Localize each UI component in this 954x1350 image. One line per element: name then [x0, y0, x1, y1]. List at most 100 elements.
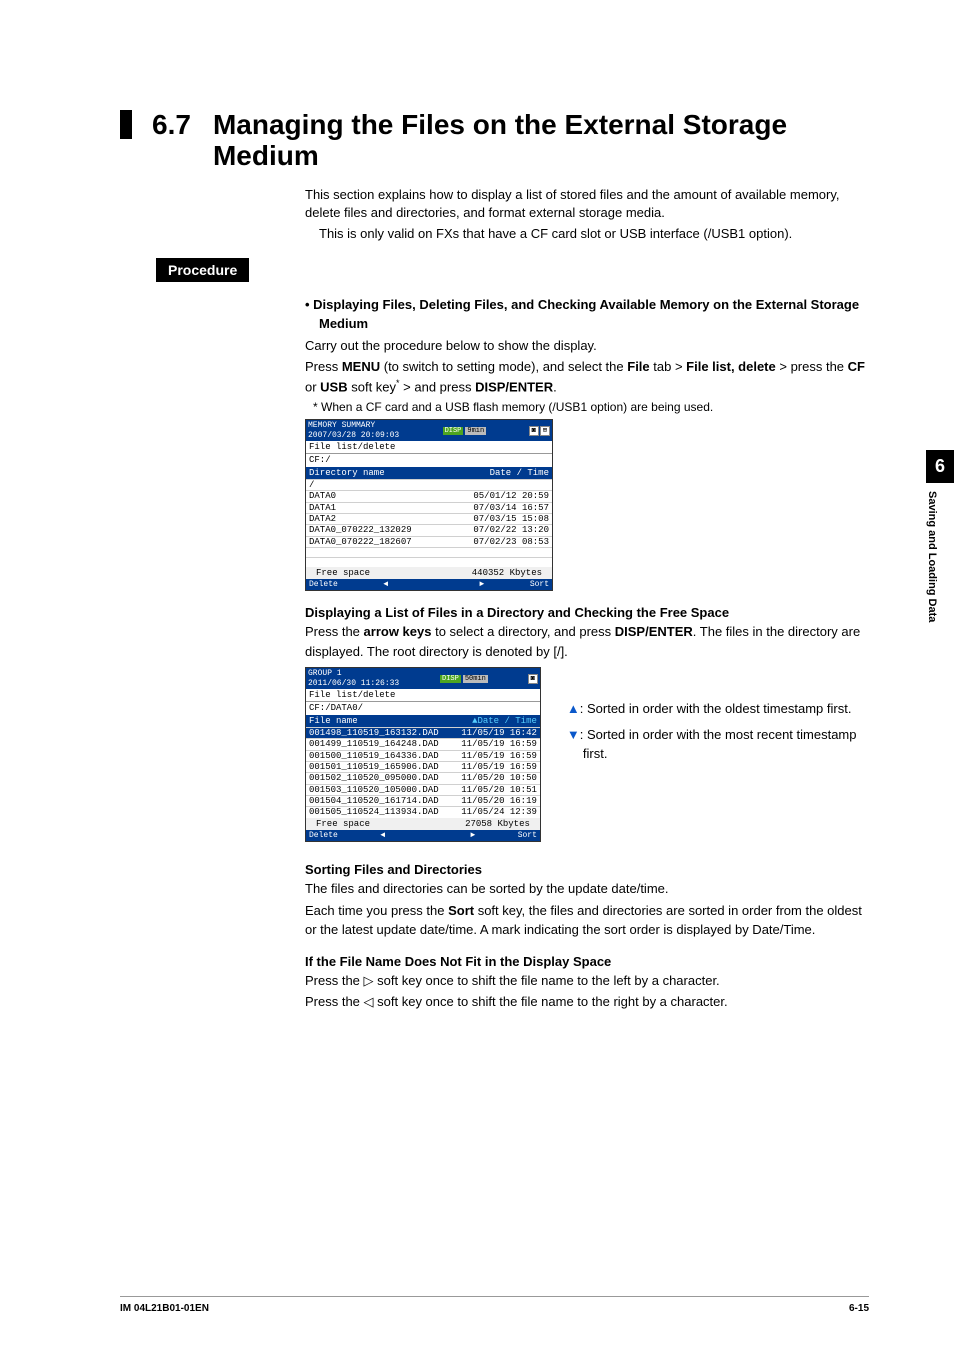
ss1-badges: DISP9min: [441, 426, 487, 435]
t: Press the: [305, 994, 364, 1009]
arrow-keys: arrow keys: [364, 624, 432, 639]
time-badge: 50min: [463, 675, 488, 683]
usb-key: USB: [320, 379, 347, 394]
step1-footnote: When a CF card and a USB flash memory (/…: [305, 399, 869, 416]
legend-ascending: ▲: Sorted in order with the oldest times…: [567, 699, 869, 719]
right-arrow-softkey[interactable]: ►: [434, 580, 530, 589]
row-name: /: [309, 480, 314, 490]
ss1-title: MEMORY SUMMARY2007/03/28 20:09:03: [308, 421, 399, 439]
list-row[interactable]: 001501_110519_165906.DAD 11/05/19 16:59: [306, 761, 540, 772]
row-date: 11/05/19 16:59: [461, 762, 537, 772]
disp-enter-key: DISP/ENTER: [475, 379, 553, 394]
ss2-header: File name ▲Date / Time: [306, 715, 540, 727]
row-date: 11/05/19 16:42: [461, 728, 537, 738]
left-arrow-softkey[interactable]: ◄: [338, 580, 434, 589]
row-name: 001502_110520_095000.DAD: [309, 773, 439, 783]
screenshot-directory-list: MEMORY SUMMARY2007/03/28 20:09:03 DISP9m…: [305, 419, 553, 591]
ss2-bottombar: Delete ◄ ► Sort: [306, 830, 540, 841]
step1-p2: Press MENU (to switch to setting mode), …: [305, 357, 869, 396]
filename-fit-heading: If the File Name Does Not Fit in the Dis…: [305, 954, 869, 969]
step2-p1: Press the arrow keys to select a directo…: [305, 622, 869, 661]
step1-heading: Displaying Files, Deleting Files, and Ch…: [305, 296, 869, 334]
delete-softkey[interactable]: Delete: [309, 831, 338, 840]
t: Press the: [305, 973, 364, 988]
page-footer: IM 04L21B01-01EN 6-15: [120, 1296, 869, 1314]
ss1-rows: /DATA005/01/12 20:59DATA107/03/14 16:57D…: [306, 479, 552, 547]
row-date: 07/03/15 15:08: [473, 514, 549, 524]
list-row[interactable]: /: [306, 479, 552, 490]
legend-down-text: : Sorted in order with the most recent t…: [580, 727, 857, 762]
list-row[interactable]: DATA0_070222_13202907/02/22 13:20: [306, 524, 552, 535]
camera-icon: ◙: [529, 426, 539, 436]
sorting-heading: Sorting Files and Directories: [305, 862, 869, 877]
list-row[interactable]: DATA0_070222_182607 07/02/23 08:53: [306, 536, 552, 547]
row-name: 001500_110519_164336.DAD: [309, 751, 439, 761]
left-arrow-icon: ◁: [364, 992, 374, 1012]
file-list-delete: File list, delete: [686, 359, 776, 374]
step1-p1: Carry out the procedure below to show th…: [305, 336, 869, 356]
filename-fit-p2: Press the ◁ soft key once to shift the f…: [305, 992, 869, 1012]
ss1-bottombar: Delete ◄ ► Sort: [306, 579, 552, 590]
left-arrow-softkey[interactable]: ◄: [338, 831, 428, 840]
t: or: [305, 379, 320, 394]
delete-softkey[interactable]: Delete: [309, 580, 338, 589]
t: soft key once to shift the file name to …: [374, 994, 728, 1009]
row-name: 001504_110520_161714.DAD: [309, 796, 439, 806]
right-arrow-softkey[interactable]: ►: [428, 831, 518, 840]
list-row[interactable]: 001498_110519_163132.DAD11/05/19 16:42: [306, 727, 540, 738]
row-name: DATA2: [309, 514, 336, 524]
file-tab: File: [627, 359, 649, 374]
t: > press the: [776, 359, 848, 374]
row-name: 001501_110519_165906.DAD: [309, 762, 439, 772]
list-row[interactable]: 001500_110519_164336.DAD11/05/19 16:59: [306, 750, 540, 761]
procedure-label: Procedure: [156, 258, 249, 282]
sort-softkey[interactable]: Sort: [518, 831, 537, 840]
row-date: 05/01/12 20:59: [473, 491, 549, 501]
hdr-datetime-sort: ▲Date / Time: [472, 716, 537, 726]
list-row[interactable]: 001503_110520_105000.DAD11/05/20 10:51: [306, 784, 540, 795]
screenshot-file-list: GROUP 12011/06/30 11:26:33 DISP50min ◙ F…: [305, 667, 541, 842]
empty-row: [306, 547, 552, 557]
list-row[interactable]: 001502_110520_095000.DAD 11/05/20 10:50: [306, 772, 540, 783]
ss2-title: GROUP 12011/06/30 11:26:33: [308, 669, 399, 687]
ss1-path: CF:/: [306, 454, 552, 466]
hdr-filename: File name: [309, 716, 358, 726]
t: soft key once to shift the file name to …: [374, 973, 720, 988]
ss2-subbar: File list/delete: [306, 689, 540, 702]
row-name: DATA0_070222_182607: [309, 537, 412, 547]
step2-heading: Displaying a List of Files in a Director…: [305, 605, 869, 620]
section-number: 6.7: [120, 110, 213, 139]
time-badge: 9min: [465, 427, 486, 435]
ss1-subbar: File list/delete: [306, 441, 552, 454]
sort-softkey[interactable]: Sort: [530, 580, 549, 589]
row-date: 11/05/20 10:50: [461, 773, 537, 783]
row-date: 11/05/24 12:39: [461, 807, 537, 817]
t: 2007/03/28 20:09:03: [308, 431, 399, 440]
intro-block: This section explains how to display a l…: [305, 186, 869, 245]
row-date: 07/02/23 08:53: [473, 537, 549, 547]
legend-up-text: : Sorted in order with the oldest timest…: [580, 701, 852, 716]
intro-p2: This is only valid on FXs that have a CF…: [319, 225, 869, 244]
list-row[interactable]: 001505_110524_113934.DAD11/05/24 12:39: [306, 806, 540, 817]
row-date: 11/05/20 16:19: [461, 796, 537, 806]
ss2-legend-wrap: GROUP 12011/06/30 11:26:33 DISP50min ◙ F…: [305, 663, 869, 856]
t: MEMORY SUMMARY: [308, 421, 375, 430]
list-row[interactable]: DATA1 07/03/14 16:57: [306, 502, 552, 513]
row-name: DATA0: [309, 491, 336, 501]
t: .: [553, 379, 557, 394]
menu-key: MENU: [342, 359, 380, 374]
list-row[interactable]: DATA0 05/01/12 20:59: [306, 490, 552, 501]
empty-row: [306, 557, 552, 567]
free-value: 27058 Kbytes: [465, 819, 530, 829]
t: Press the: [305, 624, 364, 639]
sorting-p2: Each time you press the Sort soft key, t…: [305, 901, 869, 940]
ss2-badges: DISP50min: [438, 674, 488, 683]
list-row[interactable]: DATA2 07/03/15 15:08: [306, 513, 552, 524]
section-title: Managing the Files on the External Stora…: [213, 110, 869, 172]
row-name: DATA1: [309, 503, 336, 513]
intro-p1: This section explains how to display a l…: [305, 186, 869, 224]
list-row[interactable]: 001499_110519_164248.DAD11/05/19 16:59: [306, 738, 540, 749]
list-row[interactable]: 001504_110520_161714.DAD 11/05/20 16:19: [306, 795, 540, 806]
page: 6.7 Managing the Files on the External S…: [0, 0, 954, 1054]
row-date: 07/03/14 16:57: [473, 503, 549, 513]
